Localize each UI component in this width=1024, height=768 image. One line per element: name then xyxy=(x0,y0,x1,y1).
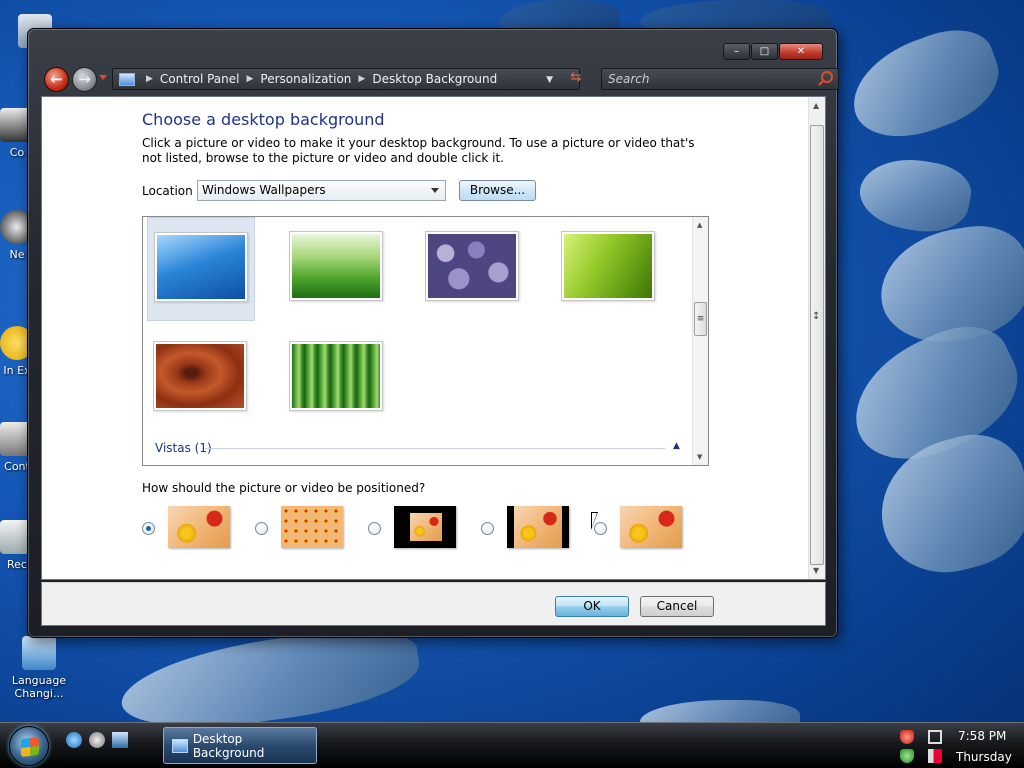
navigation-bar: ← → ▶ Control Panel ▶ Personalization ▶ … xyxy=(42,65,839,93)
caption-buttons: – □ ✕ xyxy=(723,43,823,60)
wallpaper-thumbnail xyxy=(561,231,655,301)
browse-button[interactable]: Browse... xyxy=(459,180,536,201)
media-quicklaunch-icon[interactable] xyxy=(89,732,105,748)
ok-button[interactable]: OK xyxy=(555,596,629,617)
location-label: Location xyxy=(142,184,193,198)
wallpaper-thumbnail xyxy=(289,341,383,411)
ie-quicklaunch-icon[interactable] xyxy=(66,732,82,748)
system-tray: 7:58 PM Thursday xyxy=(894,725,1024,767)
language-changer-icon xyxy=(22,636,56,670)
wallpaper-thumbnail xyxy=(153,341,247,411)
position-options xyxy=(142,503,702,551)
mouse-cursor-icon xyxy=(591,512,598,530)
wallpaper-tile[interactable] xyxy=(283,327,391,413)
dialog-footer: OK Cancel xyxy=(41,582,826,626)
search-placeholder: Search xyxy=(608,72,650,86)
position-tile-preview[interactable] xyxy=(281,506,343,548)
volume-muted-icon[interactable] xyxy=(928,749,942,763)
back-button[interactable]: ← xyxy=(44,67,69,92)
desktop-icon-label: Rec xyxy=(7,558,27,571)
maximize-button[interactable]: □ xyxy=(751,43,778,60)
security-shield-icon[interactable] xyxy=(900,730,914,744)
gallery-scrollbar[interactable]: ▲ ≡ ▼ xyxy=(692,217,708,465)
position-question: How should the picture or video be posit… xyxy=(142,481,426,495)
desktop-background-window: – □ ✕ ← → ▶ Control Panel ▶ Personalizat… xyxy=(27,28,839,638)
wallpaper-tile[interactable] xyxy=(147,327,255,413)
recent-pages-dropdown[interactable] xyxy=(99,75,107,80)
taskbar: Desktop Background 7:58 PM Thursday xyxy=(0,722,1024,768)
wallpaper-gallery: Vistas (1) ▲ ▲ ≡ ▼ xyxy=(142,216,709,466)
wallpaper-tile[interactable] xyxy=(147,217,255,321)
search-input[interactable]: Search xyxy=(601,68,839,90)
start-button[interactable] xyxy=(9,726,49,766)
wallpaper-tile[interactable] xyxy=(283,217,391,303)
forward-button[interactable]: → xyxy=(72,67,97,92)
wallpaper-tile[interactable] xyxy=(419,217,527,303)
position-radio-fit[interactable] xyxy=(481,522,494,535)
location-value: Windows Wallpapers xyxy=(202,183,326,197)
desktop-icon-label: Cont xyxy=(4,460,30,473)
taskbar-button-desktop-background[interactable]: Desktop Background xyxy=(163,727,317,764)
collapse-chevron-icon[interactable]: ▲ xyxy=(673,441,680,451)
search-icon[interactable] xyxy=(821,71,833,83)
clock-time[interactable]: 7:58 PM xyxy=(958,729,1006,743)
address-dropdown-icon[interactable]: ▼ xyxy=(546,75,553,85)
scroll-grip-icon: ↕ xyxy=(812,311,821,322)
desktop-icon-label: Co xyxy=(9,146,25,159)
wallpaper-thumbnail xyxy=(154,232,248,302)
position-fit-to-screen-preview[interactable] xyxy=(168,506,230,548)
control-panel-icon xyxy=(172,738,188,753)
refresh-icon[interactable]: ⇆ xyxy=(567,71,585,87)
position-radio-center[interactable] xyxy=(368,522,381,535)
content-scroll-thumb[interactable] xyxy=(810,125,824,565)
show-desktop-icon[interactable] xyxy=(112,732,128,748)
page-description: Click a picture or video to make it your… xyxy=(142,136,695,165)
gallery-scroll-thumb[interactable]: ≡ xyxy=(694,302,707,336)
shield-check-icon[interactable] xyxy=(900,749,914,763)
content-pane: Choose a desktop background Click a pict… xyxy=(41,96,826,580)
breadcrumb-chevron-icon[interactable]: ▶ xyxy=(358,74,365,84)
content-scrollbar[interactable]: ▲ ↕ ▼ xyxy=(808,97,825,579)
chevron-down-icon xyxy=(431,188,439,193)
position-fit-preview[interactable] xyxy=(507,506,569,548)
gallery-group-divider xyxy=(205,448,665,449)
position-fill-preview[interactable] xyxy=(620,506,682,548)
position-radio-tile[interactable] xyxy=(255,522,268,535)
location-select[interactable]: Windows Wallpapers xyxy=(197,180,446,201)
close-button[interactable]: ✕ xyxy=(779,43,823,60)
scroll-up-icon[interactable]: ▲ xyxy=(813,101,819,110)
clock-day[interactable]: Thursday xyxy=(956,750,1012,764)
scroll-up-icon[interactable]: ▲ xyxy=(697,221,702,229)
breadcrumb-personalization[interactable]: Personalization xyxy=(260,72,351,86)
breadcrumb-control-panel[interactable]: Control Panel xyxy=(160,72,240,86)
wallpaper-tile[interactable] xyxy=(555,217,663,303)
scroll-down-icon[interactable]: ▼ xyxy=(813,566,819,575)
gallery-group-header[interactable]: Vistas (1) xyxy=(155,441,212,455)
page-title: Choose a desktop background xyxy=(142,110,385,129)
desktop-icon-language-changer[interactable]: Language Changi... xyxy=(0,636,78,700)
minimize-button[interactable]: – xyxy=(723,43,750,60)
taskbar-button-label: Desktop Background xyxy=(192,731,265,760)
cancel-button[interactable]: Cancel xyxy=(640,596,714,617)
address-bar[interactable]: ▶ Control Panel ▶ Personalization ▶ Desk… xyxy=(112,68,580,90)
breadcrumb-desktop-background[interactable]: Desktop Background xyxy=(372,72,497,86)
desktop-icon-label: Language Changi... xyxy=(11,674,67,700)
desktop-icon-label: Ne xyxy=(9,248,25,261)
breadcrumb-chevron-icon[interactable]: ▶ xyxy=(146,74,153,84)
position-center-preview[interactable] xyxy=(394,506,456,548)
scroll-down-icon[interactable]: ▼ xyxy=(697,453,702,461)
control-panel-icon xyxy=(119,72,135,86)
network-icon[interactable] xyxy=(928,730,942,744)
position-radio-fit-to-screen[interactable] xyxy=(142,522,155,535)
breadcrumb-chevron-icon[interactable]: ▶ xyxy=(247,74,254,84)
wallpaper-thumbnail xyxy=(289,231,383,301)
wallpaper-thumbnail xyxy=(425,231,519,301)
